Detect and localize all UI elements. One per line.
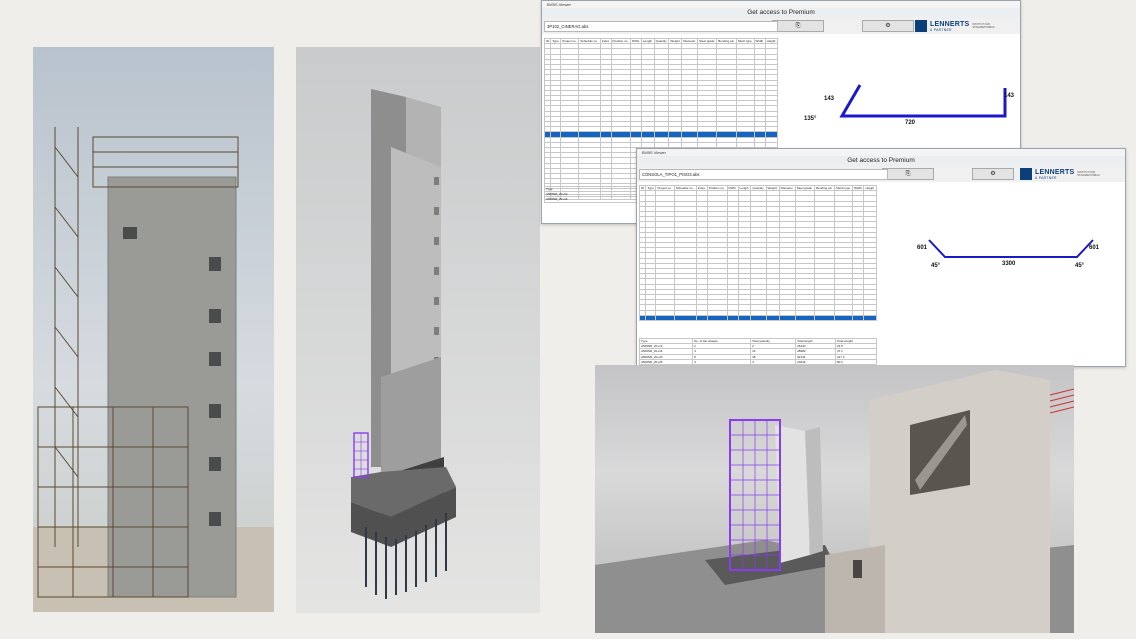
column-header[interactable]: Quantity	[750, 184, 767, 192]
column-header[interactable]: Project no.	[655, 184, 675, 192]
tower-3d-model	[296, 47, 540, 613]
dim-angle: 135°	[804, 116, 817, 122]
column-header[interactable]: Mesh type	[735, 37, 755, 45]
bvbs-viewer-window-2: BVBS Viewer Get access to Premium ⎘ ⚙ LE…	[636, 148, 1126, 367]
angle-right: 45°	[1075, 263, 1085, 269]
company-logo: LENNERTS & PARTNER INSTITUT FÜR STAHLBET…	[1020, 166, 1105, 182]
column-header[interactable]: Mesh type	[834, 184, 854, 192]
table-cell	[726, 314, 739, 321]
bar-table: ID Type Project no. Schedule no. Index Positi…	[638, 184, 877, 321]
logo-sub: & PARTNER	[930, 27, 952, 32]
column-header[interactable]: Project no.	[560, 37, 580, 45]
column-header[interactable]: Diameter	[681, 37, 699, 45]
summary-row[interactable]: A500NR_20+25 4 4 20249 80.2	[638, 358, 877, 365]
summary-cell: 80.2	[835, 358, 877, 365]
logo-name: LENNERTS	[930, 20, 970, 28]
table-cell	[706, 314, 728, 321]
dim-right: 601	[1089, 245, 1100, 251]
table-cell	[750, 314, 767, 321]
table-cell	[655, 314, 675, 321]
window-title: BVBS Viewer	[542, 1, 1020, 8]
table-cell	[737, 314, 752, 321]
column-header[interactable]: Position no.	[706, 184, 728, 192]
dim-right: 143	[1004, 93, 1015, 99]
open-file-icon: ⎘	[905, 171, 911, 177]
open-file-icon: ⎘	[795, 23, 801, 29]
settings-button[interactable]: ⚙	[862, 20, 914, 32]
premium-banner[interactable]: Get access to Premium	[542, 8, 1020, 18]
open-file-button[interactable]: ⎘	[882, 168, 934, 180]
open-file-button[interactable]: ⎘	[772, 20, 824, 32]
logo-name: LENNERTS	[1035, 168, 1075, 176]
detail-3d-model	[595, 365, 1074, 633]
gear-icon: ⚙	[990, 171, 996, 177]
gear-icon: ⚙	[885, 23, 891, 29]
column-header[interactable]: Bending pin	[814, 184, 836, 192]
column-header[interactable]: Weight	[668, 37, 683, 45]
summary-cell: 4	[692, 358, 752, 365]
table-row[interactable]	[638, 314, 877, 321]
table-cell	[673, 314, 697, 321]
column-header[interactable]: Steel grade	[794, 184, 816, 192]
dim-left: 143	[824, 96, 835, 102]
table-cell	[794, 314, 816, 321]
column-header[interactable]: Schedule no.	[673, 184, 697, 192]
table-cell	[834, 314, 854, 321]
summary-table-2: Type No. of bar shapes Total quantity Total…	[638, 337, 877, 365]
dim-left: 601	[917, 245, 928, 251]
file-name-field[interactable]: 3P102_CINERAG.abs	[544, 21, 778, 32]
column-header[interactable]: Bending pin	[716, 37, 737, 45]
table-cell	[863, 314, 877, 321]
construction-photo	[33, 47, 274, 612]
settings-button[interactable]: ⚙	[972, 168, 1014, 180]
table-cell	[852, 314, 865, 321]
column-header[interactable]: Quantity	[653, 37, 670, 45]
summary-cell: 20249	[795, 358, 837, 365]
column-header[interactable]: Steel grade	[697, 37, 718, 45]
company-logo: LENNERTS & PARTNER INSTITUT FÜR STAHLBET…	[915, 18, 1000, 34]
premium-banner[interactable]: Get access to Premium	[637, 156, 1125, 166]
file-name-field[interactable]: CONSOLA_TIPO1_PISO3.abs	[639, 169, 888, 180]
summary-cell: 4	[750, 358, 797, 365]
logo-mark-icon	[1020, 168, 1032, 180]
angle-left: 45°	[931, 263, 941, 269]
table-cell	[765, 314, 780, 321]
university-logo: INSTITUT FÜR STAHLBETONBAU	[1077, 171, 1100, 177]
table-cell	[695, 314, 708, 321]
column-header[interactable]: Position no.	[610, 37, 632, 45]
table-cell	[814, 314, 836, 321]
logo-sub: & PARTNER	[1035, 175, 1057, 180]
column-header[interactable]: Schedule no.	[578, 37, 601, 45]
logo-mark-icon	[915, 20, 927, 32]
window-title: BVBS Viewer	[637, 149, 1125, 156]
summary-cell: A500NR_20+25	[638, 358, 694, 365]
dim-bottom: 720	[905, 120, 916, 126]
table-cell	[778, 314, 796, 321]
university-logo: INSTITUT FÜR STAHLBETONBAU	[972, 23, 995, 29]
table-cell	[645, 314, 657, 321]
shape-drawing: 601 3300 601 45° 45°	[879, 185, 1123, 303]
dim-bottom: 3300	[1002, 261, 1016, 267]
